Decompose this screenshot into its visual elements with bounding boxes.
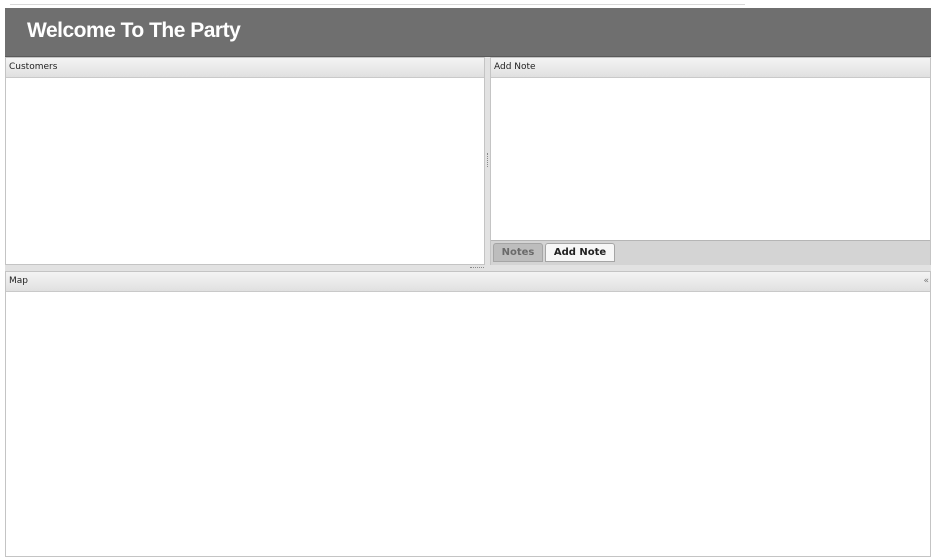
app-root: Welcome To The Party Customers Add Note …	[0, 0, 931, 557]
top-strip	[0, 0, 931, 8]
add-note-panel-header: Add Note	[491, 58, 930, 78]
customers-panel: Customers	[5, 57, 485, 265]
grip-icon	[470, 267, 484, 269]
customers-panel-title: Customers	[9, 62, 58, 72]
tab-notes[interactable]: Notes	[493, 243, 543, 262]
map-panel-header: Map «	[6, 272, 930, 292]
map-panel-title: Map	[9, 276, 28, 286]
map-panel: Map «	[5, 271, 931, 557]
grip-icon	[487, 153, 489, 167]
app-title: Welcome To The Party	[27, 19, 241, 42]
collapse-icon[interactable]: «	[923, 276, 929, 286]
tab-bar: Notes Add Note	[491, 240, 930, 265]
add-note-panel: Add Note Notes Add Note	[490, 57, 931, 265]
top-divider	[10, 4, 745, 5]
app-header: Welcome To The Party	[5, 8, 931, 57]
add-note-panel-title: Add Note	[494, 62, 536, 72]
customers-panel-header: Customers	[6, 58, 484, 78]
tab-add-note[interactable]: Add Note	[545, 243, 615, 262]
